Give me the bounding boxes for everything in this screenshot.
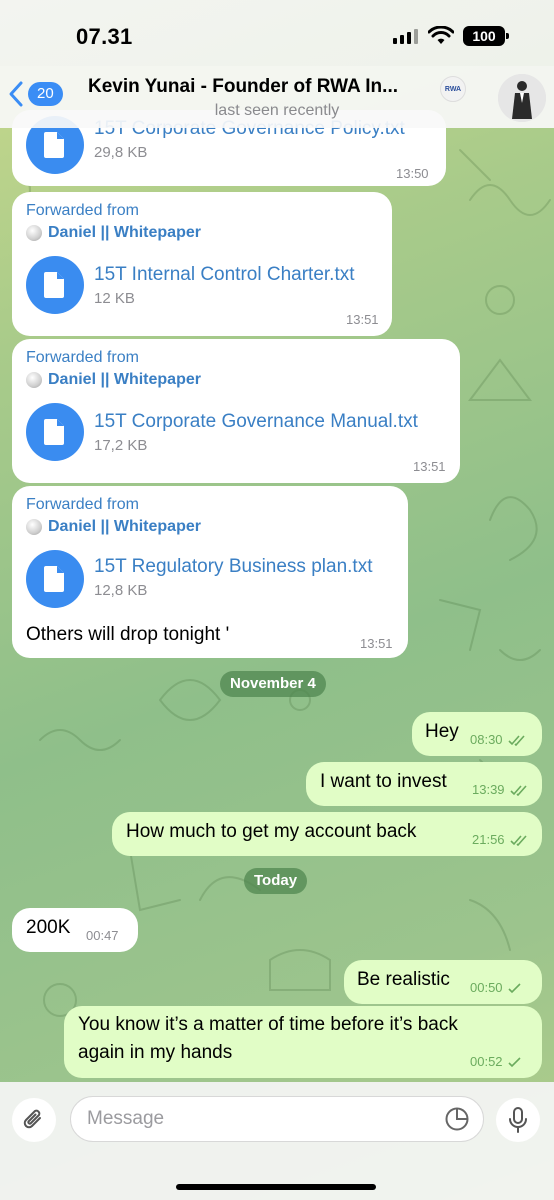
sender-avatar-icon <box>26 225 42 241</box>
forwarded-from-link[interactable]: Daniel || Whitepaper <box>26 518 201 536</box>
message-bubble-incoming[interactable]: 200K 00:47 <box>12 908 138 952</box>
wifi-icon <box>428 26 454 44</box>
file-name[interactable]: 15T Regulatory Business plan.txt <box>94 556 372 578</box>
message-input[interactable] <box>70 1096 484 1142</box>
forwarded-from-link[interactable]: Daniel || Whitepaper <box>26 224 201 242</box>
double-check-icon <box>510 785 527 797</box>
battery-indicator: 100 <box>463 26 509 46</box>
message-bubble-file[interactable]: Forwarded from Daniel || Whitepaper 15T … <box>12 192 392 336</box>
status-bar: 07.31 100 <box>0 0 554 70</box>
message-bubble-file[interactable]: Forwarded from Daniel || Whitepaper 15T … <box>12 486 408 658</box>
document-icon[interactable] <box>26 403 84 461</box>
message-time: 00:47 <box>86 928 119 943</box>
message-time: 21:56 <box>472 832 528 847</box>
message-text: 200K <box>26 917 71 938</box>
file-size: 12 KB <box>94 290 135 307</box>
sender-avatar-icon <box>26 372 42 388</box>
message-bubble-file[interactable]: Forwarded from Daniel || Whitepaper 15T … <box>12 339 460 483</box>
paperclip-icon <box>23 1109 41 1129</box>
message-time: 08:30 <box>470 732 526 747</box>
double-check-icon <box>508 735 525 747</box>
avatar[interactable] <box>498 74 546 122</box>
file-name[interactable]: 15T Internal Control Charter.txt <box>94 264 355 286</box>
document-icon[interactable] <box>26 550 84 608</box>
attach-button[interactable] <box>12 1098 56 1142</box>
message-text: I want to invest <box>320 771 447 792</box>
chat-header: 20 Kevin Yunai - Founder of RWA In... RW… <box>0 66 554 128</box>
message-time: 13:51 <box>360 636 393 651</box>
message-text: How much to get my account back <box>126 821 417 842</box>
check-icon <box>508 983 521 994</box>
forwarded-from-link[interactable]: Daniel || Whitepaper <box>26 371 201 389</box>
home-indicator <box>176 1184 376 1190</box>
message-time: 13:51 <box>346 312 379 327</box>
forwarded-from-name: Daniel || Whitepaper <box>48 371 201 388</box>
forwarded-from-name: Daniel || Whitepaper <box>48 518 201 535</box>
date-separator: November 4 <box>220 671 326 697</box>
sender-avatar-icon <box>26 519 42 535</box>
forwarded-label: Forwarded from <box>26 349 139 366</box>
message-bubble-outgoing[interactable]: You know it’s a matter of time before it… <box>64 1006 542 1078</box>
file-size: 17,2 KB <box>94 437 148 454</box>
person-icon <box>498 74 546 122</box>
last-seen-status: last seen recently <box>214 102 340 119</box>
file-size: 12,8 KB <box>94 582 148 599</box>
message-text: Hey <box>425 721 459 742</box>
voice-record-button[interactable] <box>496 1098 540 1142</box>
forwarded-label: Forwarded from <box>26 202 139 219</box>
message-time: 13:50 <box>396 166 429 181</box>
forwarded-from-name: Daniel || Whitepaper <box>48 224 201 241</box>
double-check-icon <box>510 835 527 847</box>
message-bubble-outgoing[interactable]: I want to invest 13:39 <box>306 762 542 806</box>
check-icon <box>508 1057 521 1068</box>
cellular-signal-icon <box>393 28 418 44</box>
file-size: 29,8 KB <box>94 144 148 161</box>
document-icon[interactable] <box>26 256 84 314</box>
date-separator: Today <box>244 868 308 894</box>
sticker-icon[interactable] <box>444 1106 470 1132</box>
chat-title[interactable]: Kevin Yunai - Founder of RWA In... <box>88 76 398 98</box>
forwarded-label: Forwarded from <box>26 496 139 513</box>
message-bubble-outgoing[interactable]: How much to get my account back 21:56 <box>112 812 542 856</box>
message-text: Others will drop tonight ' <box>26 624 230 645</box>
file-name[interactable]: 15T Corporate Governance Manual.txt <box>94 411 418 433</box>
message-time: 00:50 <box>470 980 522 995</box>
message-text-line: again in my hands <box>78 1042 233 1063</box>
rwa-logo-icon: RWA <box>440 76 466 102</box>
message-time: 00:52 <box>470 1054 522 1069</box>
message-text: Be realistic <box>357 969 450 990</box>
message-time: 13:39 <box>472 782 528 797</box>
message-bubble-outgoing[interactable]: Hey 08:30 <box>412 712 542 756</box>
message-text-line: You know it’s a matter of time before it… <box>78 1014 458 1035</box>
microphone-icon <box>509 1107 527 1133</box>
message-time: 13:51 <box>413 459 446 474</box>
status-time: 07.31 <box>76 24 133 49</box>
message-bubble-outgoing[interactable]: Be realistic 00:50 <box>344 960 542 1004</box>
message-composer <box>0 1082 554 1200</box>
